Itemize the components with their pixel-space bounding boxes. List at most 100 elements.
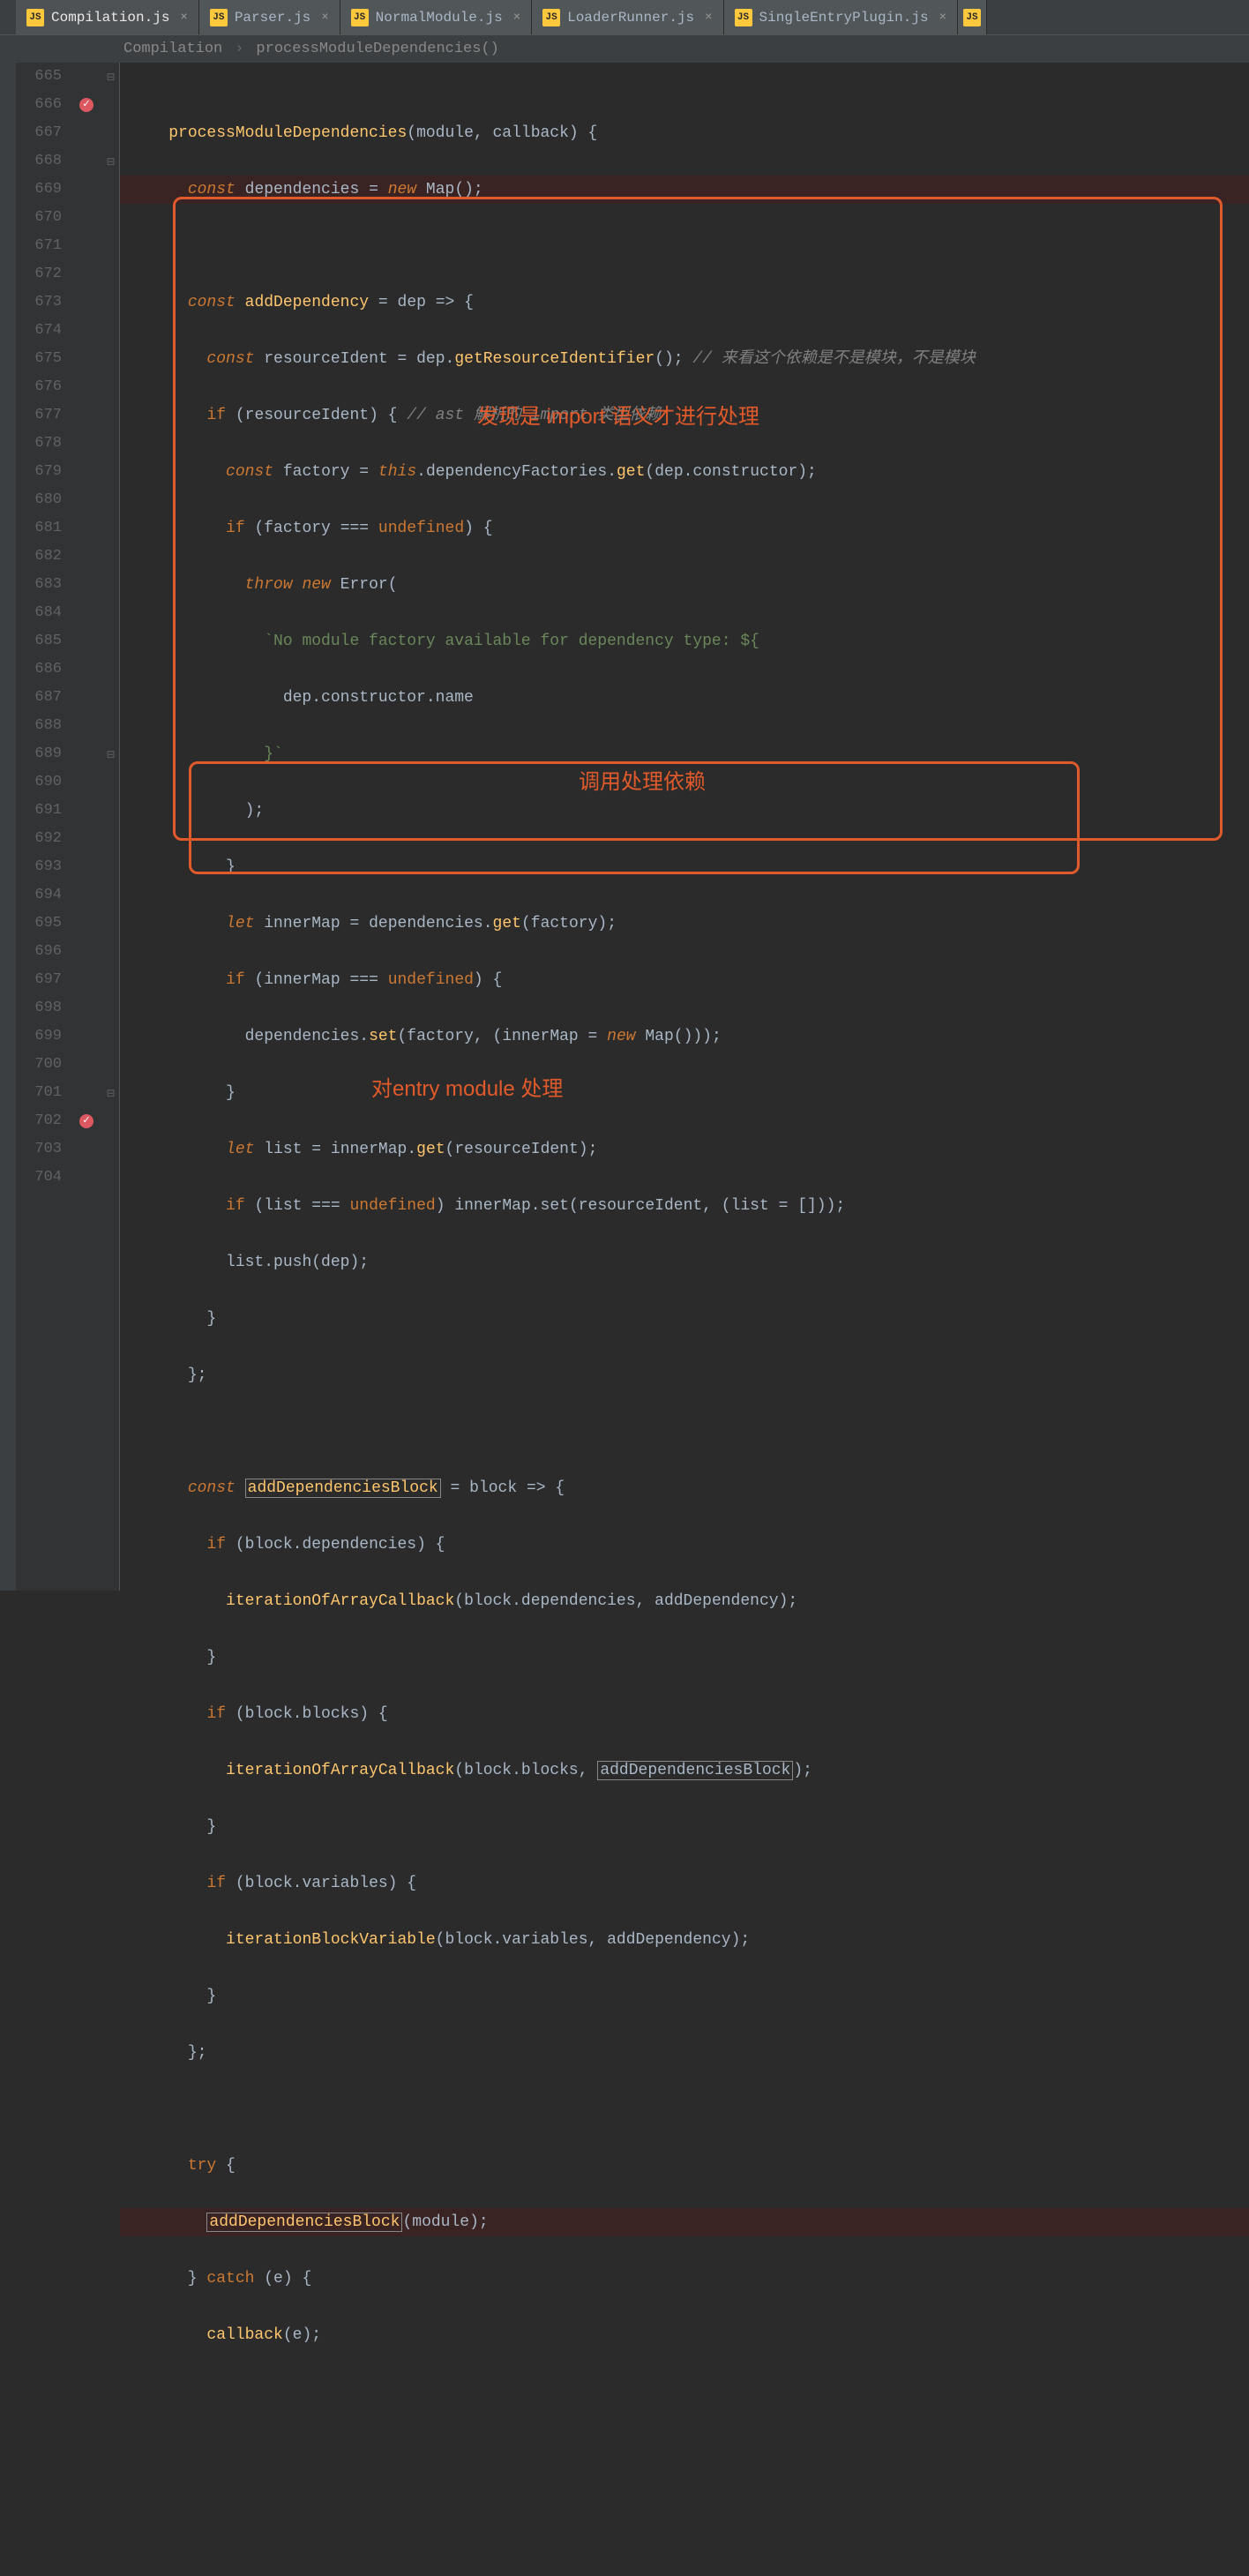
- breakpoint-slot[interactable]: [71, 543, 102, 571]
- fold-slot[interactable]: [102, 627, 119, 655]
- fold-slot[interactable]: [102, 881, 119, 910]
- line-number[interactable]: 701: [16, 1079, 71, 1107]
- breakpoint-slot[interactable]: [71, 740, 102, 768]
- breakpoint-slot[interactable]: [71, 204, 102, 232]
- fold-slot[interactable]: [102, 430, 119, 458]
- breakpoint-slot[interactable]: [71, 232, 102, 260]
- line-gutter[interactable]: 6656666676686696706716726736746756766776…: [16, 63, 71, 1591]
- line-number[interactable]: 665: [16, 63, 71, 91]
- fold-slot[interactable]: [102, 1107, 119, 1135]
- line-number[interactable]: 704: [16, 1164, 71, 1192]
- tab-loaderrunner[interactable]: JS LoaderRunner.js ×: [532, 0, 723, 34]
- breakpoint-slot[interactable]: [71, 1135, 102, 1164]
- close-icon[interactable]: ×: [513, 11, 520, 25]
- fold-slot[interactable]: [102, 373, 119, 401]
- fold-slot[interactable]: [102, 204, 119, 232]
- line-number[interactable]: 674: [16, 317, 71, 345]
- fold-slot[interactable]: [102, 1135, 119, 1164]
- line-number[interactable]: 691: [16, 797, 71, 825]
- fold-slot[interactable]: [102, 825, 119, 853]
- fold-slot[interactable]: [102, 994, 119, 1022]
- line-number[interactable]: 692: [16, 825, 71, 853]
- breakpoint-slot[interactable]: [71, 1079, 102, 1107]
- breakpoint-slot[interactable]: [71, 345, 102, 373]
- line-number[interactable]: 670: [16, 204, 71, 232]
- breakpoint-slot[interactable]: [71, 63, 102, 91]
- code-area[interactable]: processModuleDependencies(module, callba…: [120, 63, 1249, 1591]
- fold-slot[interactable]: [102, 684, 119, 712]
- line-number[interactable]: 678: [16, 430, 71, 458]
- breakpoint-icon[interactable]: [79, 98, 93, 112]
- line-number[interactable]: 689: [16, 740, 71, 768]
- breakpoint-slot[interactable]: [71, 655, 102, 684]
- fold-slot[interactable]: [102, 1051, 119, 1079]
- fold-slot[interactable]: [102, 938, 119, 966]
- line-number[interactable]: 682: [16, 543, 71, 571]
- fold-slot[interactable]: [102, 288, 119, 317]
- fold-slot[interactable]: ⊟: [102, 63, 119, 91]
- breakpoint-slot[interactable]: [71, 881, 102, 910]
- breakpoint-slot[interactable]: [71, 317, 102, 345]
- breakpoint-slot[interactable]: [71, 260, 102, 288]
- line-number[interactable]: 702: [16, 1107, 71, 1135]
- breakpoint-icon[interactable]: [79, 1114, 93, 1128]
- fold-slot[interactable]: [102, 260, 119, 288]
- breakpoint-slot[interactable]: [71, 994, 102, 1022]
- fold-slot[interactable]: [102, 797, 119, 825]
- breakpoint-slot[interactable]: [71, 119, 102, 147]
- close-icon[interactable]: ×: [939, 11, 946, 25]
- breakpoint-slot[interactable]: [71, 910, 102, 938]
- fold-slot[interactable]: [102, 401, 119, 430]
- breakpoint-slot[interactable]: [71, 288, 102, 317]
- breakpoint-slot[interactable]: [71, 91, 102, 119]
- line-number[interactable]: 675: [16, 345, 71, 373]
- breakpoint-slot[interactable]: [71, 825, 102, 853]
- fold-slot[interactable]: [102, 514, 119, 543]
- line-number[interactable]: 684: [16, 599, 71, 627]
- line-number[interactable]: 677: [16, 401, 71, 430]
- line-number[interactable]: 672: [16, 260, 71, 288]
- fold-slot[interactable]: [102, 853, 119, 881]
- line-number[interactable]: 669: [16, 176, 71, 204]
- line-number[interactable]: 695: [16, 910, 71, 938]
- close-icon[interactable]: ×: [705, 11, 712, 25]
- close-icon[interactable]: ×: [321, 11, 328, 25]
- line-number[interactable]: 680: [16, 486, 71, 514]
- fold-slot[interactable]: [102, 1164, 119, 1192]
- line-number[interactable]: 686: [16, 655, 71, 684]
- breakpoint-slot[interactable]: [71, 430, 102, 458]
- fold-slot[interactable]: ⊟: [102, 740, 119, 768]
- breakpoint-slot[interactable]: [71, 938, 102, 966]
- line-number[interactable]: 673: [16, 288, 71, 317]
- fold-slot[interactable]: [102, 655, 119, 684]
- breadcrumb-method[interactable]: processModuleDependencies(): [256, 41, 498, 57]
- fold-slot[interactable]: [102, 599, 119, 627]
- breakpoint-slot[interactable]: [71, 401, 102, 430]
- breakpoint-slot[interactable]: [71, 1164, 102, 1192]
- fold-slot[interactable]: [102, 232, 119, 260]
- fold-slot[interactable]: [102, 317, 119, 345]
- fold-slot[interactable]: [102, 571, 119, 599]
- breakpoint-slot[interactable]: [71, 797, 102, 825]
- line-number[interactable]: 696: [16, 938, 71, 966]
- fold-slot[interactable]: ⊟: [102, 1079, 119, 1107]
- line-number[interactable]: 681: [16, 514, 71, 543]
- breakpoint-slot[interactable]: [71, 486, 102, 514]
- fold-slot[interactable]: [102, 176, 119, 204]
- line-number[interactable]: 671: [16, 232, 71, 260]
- line-number[interactable]: 693: [16, 853, 71, 881]
- breakpoint-slot[interactable]: [71, 684, 102, 712]
- line-number[interactable]: 700: [16, 1051, 71, 1079]
- line-number[interactable]: 703: [16, 1135, 71, 1164]
- fold-slot[interactable]: [102, 543, 119, 571]
- breakpoint-slot[interactable]: [71, 458, 102, 486]
- fold-slot[interactable]: [102, 712, 119, 740]
- fold-slot[interactable]: [102, 486, 119, 514]
- line-number[interactable]: 697: [16, 966, 71, 994]
- breakpoint-slot[interactable]: [71, 571, 102, 599]
- code-editor[interactable]: 6656666676686696706716726736746756766776…: [0, 63, 1249, 1591]
- tab-parser[interactable]: JS Parser.js ×: [199, 0, 340, 34]
- breadcrumb-class[interactable]: Compilation: [123, 41, 222, 57]
- line-number[interactable]: 687: [16, 684, 71, 712]
- breakpoint-slot[interactable]: [71, 599, 102, 627]
